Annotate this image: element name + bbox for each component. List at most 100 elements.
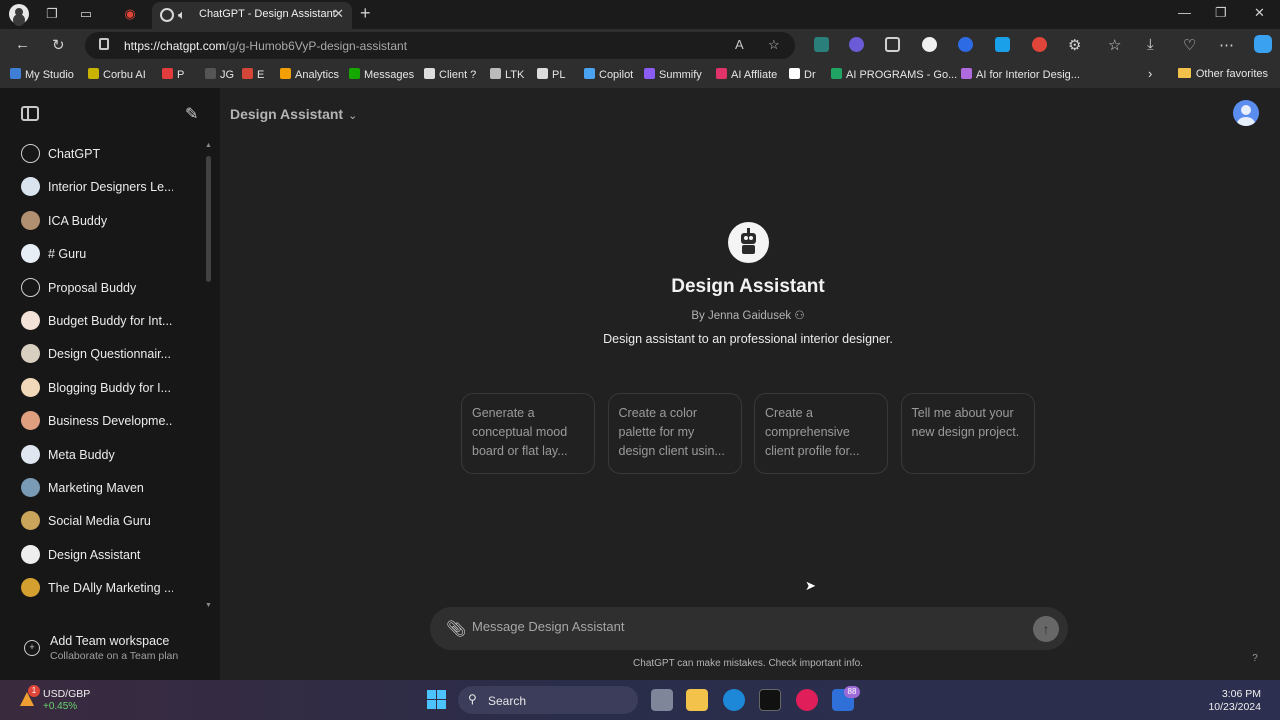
bookmark-item[interactable]: PL	[537, 68, 565, 81]
sidebar-gpt-item[interactable]: # Guru	[12, 237, 202, 270]
bookmark-label: AI for Interior Desig...	[976, 69, 1080, 81]
extension-icon[interactable]	[1032, 37, 1047, 52]
scroll-down-arrow-icon[interactable]: ▼	[205, 602, 212, 609]
sidebar-gpt-item[interactable]: Blogging Buddy for I...	[12, 371, 202, 404]
recording-tab-icon[interactable]: ◉	[122, 6, 138, 22]
file-explorer-icon[interactable]	[686, 689, 708, 711]
app-icon[interactable]	[759, 689, 781, 711]
new-tab-button[interactable]: +	[360, 3, 371, 24]
sidebar-gpt-item[interactable]: ChatGPT	[12, 137, 202, 170]
user-avatar[interactable]	[1233, 100, 1259, 126]
chatgpt-app: ✎ ChatGPT Interior Designers Le... ICA Bud…	[0, 88, 1280, 680]
gpt-list: ChatGPT Interior Designers Le... ICA Buddy…	[12, 137, 202, 604]
team-title: Add Team workspace	[50, 634, 170, 648]
sidebar-gpt-item[interactable]: ICA Buddy	[12, 204, 202, 237]
sidebar-toggle-icon[interactable]	[21, 106, 39, 121]
message-input[interactable]	[472, 619, 1012, 634]
minimize-button[interactable]: —	[1178, 5, 1191, 20]
downloads-icon[interactable]: ⤓	[1147, 36, 1154, 53]
lock-icon[interactable]	[99, 38, 109, 50]
address-bar[interactable]: https://chatgpt.com/g/g-Humob6VyP-design…	[85, 32, 795, 59]
bookmark-item[interactable]: LTK	[490, 68, 524, 81]
sidebar-gpt-item[interactable]: Marketing Maven	[12, 471, 202, 504]
starter-card[interactable]: Create a color palette for my design cli…	[607, 393, 742, 474]
bookmark-item[interactable]: Client ?	[424, 68, 476, 81]
starter-card[interactable]: Generate a conceptual mood board or flat…	[461, 393, 595, 474]
sidebar-gpt-item[interactable]: Meta Buddy	[12, 438, 202, 471]
sidebar-gpt-item[interactable]: Design Assistant	[12, 538, 202, 571]
clock-date[interactable]: 10/23/2024	[1208, 701, 1261, 713]
bookmarks-overflow-chevron-icon[interactable]: ›	[1148, 66, 1152, 81]
bookmark-item[interactable]: JG	[205, 68, 234, 81]
back-icon[interactable]: ←	[15, 36, 30, 53]
help-button[interactable]: ?	[1245, 649, 1265, 669]
gpt-label: Marketing Maven	[48, 480, 144, 495]
edge-icon[interactable]	[723, 689, 745, 711]
bookmark-item[interactable]: AI PROGRAMS - Go...	[831, 68, 957, 81]
sidebar-gpt-item[interactable]: Budget Buddy for Int...	[12, 304, 202, 337]
extension-icon[interactable]	[995, 37, 1010, 52]
bookmark-item[interactable]: Corbu AI	[88, 68, 146, 81]
extension-icon[interactable]	[814, 37, 829, 52]
gpt-label: Interior Designers Le...	[48, 180, 173, 195]
new-chat-icon[interactable]: ✎	[185, 104, 198, 124]
gpt-avatar	[21, 277, 40, 297]
scroll-up-arrow-icon[interactable]: ▲	[205, 142, 212, 149]
bookmark-item[interactable]: P	[162, 68, 184, 81]
read-aloud-icon[interactable]: A	[735, 37, 744, 52]
bookmark-item[interactable]: Copilot	[584, 68, 633, 81]
model-selector[interactable]: Design Assistant ⌄	[230, 106, 357, 122]
bookmark-item[interactable]: Summify	[644, 68, 702, 81]
refresh-icon[interactable]: ↻	[52, 36, 65, 54]
tab-actions-icon[interactable]: ▭	[78, 6, 94, 22]
active-tab[interactable]: 🔈︎ ChatGPT - Design Assistant ✕	[152, 2, 352, 29]
bookmark-item[interactable]: AI for Interior Desig...	[961, 68, 1080, 81]
openai-extension-icon[interactable]	[922, 37, 937, 52]
other-favorites[interactable]: Other favorites	[1177, 68, 1268, 80]
windows-start-icon[interactable]	[427, 690, 446, 709]
taskbar-search[interactable]: ⚲ Search	[458, 686, 638, 714]
browser-essentials-icon[interactable]: ♡	[1183, 36, 1196, 54]
favorite-star-icon[interactable]: ☆	[768, 37, 780, 53]
screenshot-extension-icon[interactable]	[885, 37, 900, 52]
starter-card[interactable]: Create a comprehensive client profile fo…	[754, 393, 888, 474]
more-menu-icon[interactable]: ⋯	[1219, 36, 1234, 54]
bookmark-item[interactable]: AI Affliate	[716, 68, 777, 81]
sidebar-scrollbar[interactable]	[206, 156, 211, 282]
favorites-icon[interactable]: ☆	[1108, 36, 1121, 54]
profile-icon[interactable]	[9, 4, 29, 24]
zoom-extension-icon[interactable]	[958, 37, 973, 52]
gpt-avatar	[21, 244, 40, 264]
clock-time[interactable]: 3:06 PM	[1222, 688, 1261, 700]
copilot-icon[interactable]	[1254, 35, 1272, 53]
sidebar-gpt-item[interactable]: Design Questionnair...	[12, 337, 202, 370]
bookmark-item[interactable]: My Studio	[10, 68, 74, 81]
sidebar-gpt-item[interactable]: The DAlly Marketing ...	[12, 571, 202, 604]
bookmark-item[interactable]: E	[242, 68, 264, 81]
close-tab-icon[interactable]: ✕	[333, 6, 344, 22]
bookmark-favicon-icon	[716, 68, 727, 79]
sidebar-gpt-item[interactable]: Social Media Guru	[12, 504, 202, 537]
slack-icon[interactable]	[796, 689, 818, 711]
extensions-puzzle-icon[interactable]: ⚙	[1068, 36, 1081, 54]
sidebar-gpt-item[interactable]: Business Developme...	[12, 404, 202, 437]
starter-card[interactable]: Tell me about your new design project.	[900, 393, 1035, 474]
send-button[interactable]: ↑	[1033, 616, 1059, 642]
maximize-button[interactable]: ❐	[1215, 5, 1227, 21]
add-team-workspace[interactable]: + Add Team workspace Collaborate on a Te…	[12, 628, 208, 670]
bookmark-item[interactable]: Dr	[789, 68, 816, 81]
extension-icon[interactable]	[849, 37, 864, 52]
attach-icon[interactable]: 📎︎	[446, 619, 466, 639]
sidebar-gpt-item[interactable]: Interior Designers Le...	[12, 170, 202, 203]
workspaces-icon[interactable]: ❐	[44, 6, 60, 22]
bookmark-favicon-icon	[537, 68, 548, 79]
sidebar-gpt-item[interactable]: Proposal Buddy	[12, 271, 202, 304]
bookmark-item[interactable]: Analytics	[280, 68, 339, 81]
speaker-icon[interactable]: 🔈︎	[178, 7, 186, 23]
app-badge: 88	[844, 686, 860, 698]
ticker-symbol[interactable]: USD/GBP	[43, 688, 90, 700]
bookmark-item[interactable]: Messages	[349, 68, 414, 81]
bookmark-favicon-icon	[88, 68, 99, 79]
close-window-button[interactable]: ✕	[1254, 5, 1265, 21]
task-view-icon[interactable]	[651, 689, 673, 711]
